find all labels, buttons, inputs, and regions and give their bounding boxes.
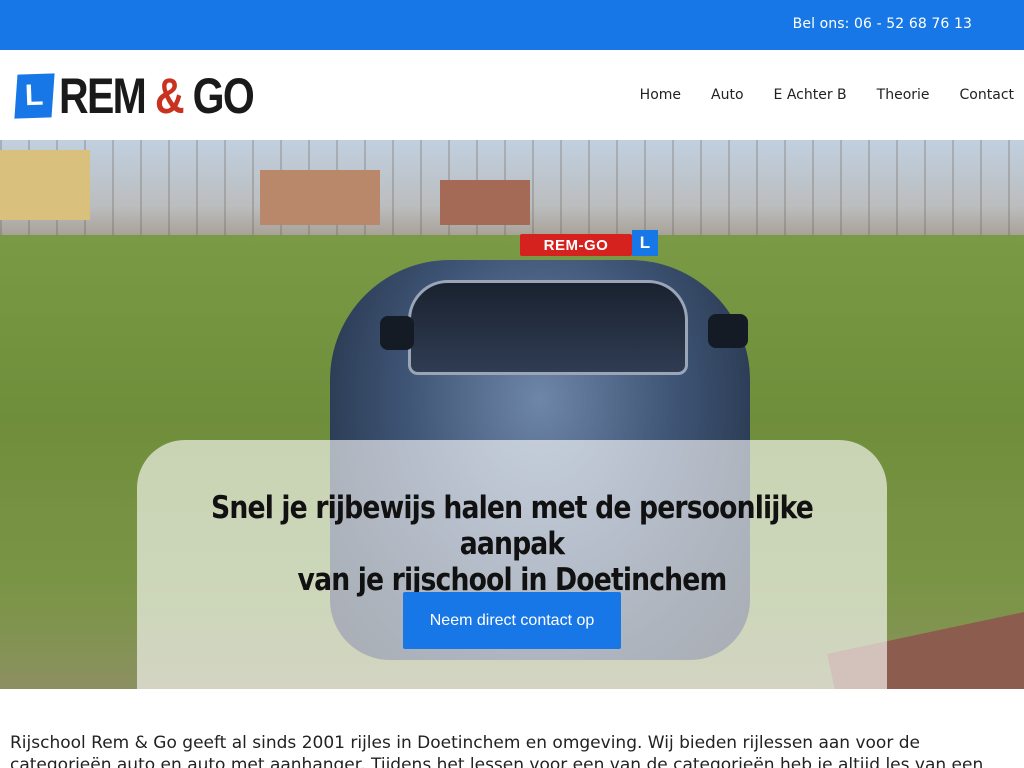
hero-section: REM-GO L Snel je rijbewijs halen met de … (0, 140, 1024, 689)
car-learner-plate-letter: L (639, 233, 651, 252)
nav-item-home[interactable]: Home (640, 86, 681, 104)
car-roof-sign: REM-GO (520, 234, 632, 256)
car-roof-sign-text: REM-GO (543, 236, 609, 254)
learner-plate-icon: L (14, 73, 55, 119)
logo-text-part1: REM (59, 68, 156, 124)
car-mirror-left (380, 316, 414, 350)
nav-item-auto[interactable]: Auto (711, 86, 744, 104)
car-windshield (408, 280, 688, 375)
site-header: L REM & GO Home Auto E Achter B Theorie … (0, 50, 1024, 140)
hero-overlay-card: Snel je rijbewijs halen met de persoonli… (137, 440, 887, 689)
hero-background-house (440, 180, 530, 225)
hero-title: Snel je rijbewijs halen met de persoonli… (190, 490, 835, 598)
site-logo[interactable]: L REM & GO (14, 71, 296, 121)
hero-background-house (0, 150, 90, 220)
contact-cta-button[interactable]: Neem direct contact op (403, 592, 621, 649)
logo-text-part2: GO (183, 68, 255, 124)
nav-item-contact[interactable]: Contact (960, 86, 1014, 104)
logo-text: REM & GO (59, 71, 255, 121)
hero-title-line1: Snel je rijbewijs halen met de persoonli… (211, 490, 814, 562)
car-learner-plate-icon: L (632, 230, 658, 256)
logo-ampersand: & (155, 68, 185, 124)
nav-item-theorie[interactable]: Theorie (877, 86, 930, 104)
hero-background-house (260, 170, 380, 225)
nav-item-e-achter-b[interactable]: E Achter B (774, 86, 847, 104)
intro-paragraph: Rijschool Rem & Go geeft al sinds 2001 r… (10, 733, 984, 768)
car-mirror-right (708, 314, 748, 348)
main-nav: Home Auto E Achter B Theorie Contact (610, 86, 1014, 104)
phone-link[interactable]: Bel ons: 06 - 52 68 76 13 (793, 16, 972, 32)
top-bar: Bel ons: 06 - 52 68 76 13 (0, 0, 1024, 50)
logo-mark-letter: L (24, 78, 45, 113)
